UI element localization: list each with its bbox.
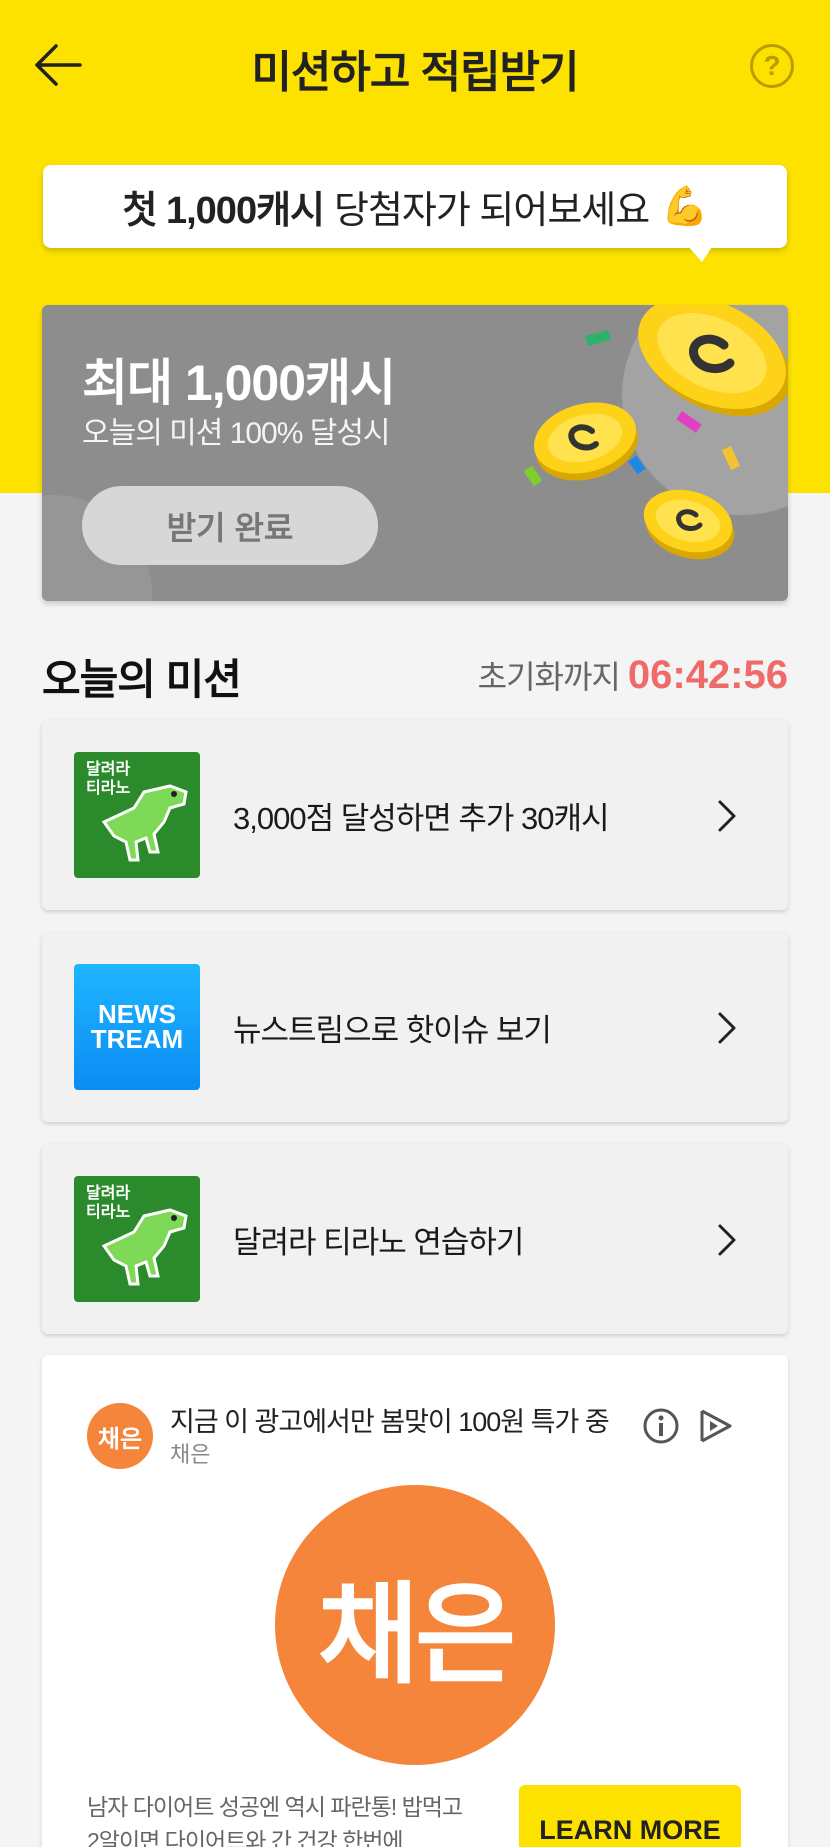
page-title: 미션하고 적립받기 (251, 48, 579, 97)
reward-card: 최대 1,000캐시 오늘의 미션 100% 달성시 받기 완료 (42, 305, 788, 601)
promo-bold-text: 첫 1,000캐시 (122, 190, 325, 232)
app-header: 미션하고 적립받기 ? (0, 0, 830, 130)
mission-item[interactable]: 달려라 티라노 3,000점 달성하면 추가 30캐시 (42, 720, 788, 910)
promo-bubble: 첫 1,000캐시 당첨자가 되어보세요 💪 (43, 165, 787, 248)
reset-timer-value: 06:42:56 (627, 653, 788, 697)
mission-label: 3,000점 달성하면 추가 30캐시 (233, 800, 610, 836)
ad-advertiser-name: 채은 (170, 1442, 211, 1467)
flexed-arm-icon: 💪 (661, 185, 708, 228)
coin-icon (534, 402, 638, 481)
chevron-right-icon (718, 800, 736, 832)
ad-body-text: 남자 다이어트 성공엔 역시 파란통! 밥먹고 2알이면 다이어트와 간 건강 … (87, 1794, 463, 1847)
promo-text: 당첨자가 되어보세요 (334, 190, 650, 232)
dino-game-icon: 달려라 티라노 (74, 1176, 200, 1302)
ad-headline: 지금 이 광고에서만 봄맞이 100원 특가 중 (170, 1407, 610, 1437)
info-icon[interactable] (642, 1407, 680, 1445)
dino-game-icon: 달려라 티라노 (74, 752, 200, 878)
coins-illustration (523, 305, 788, 560)
reset-timer: 초기화까지 06:42:56 (478, 652, 788, 698)
ad-main-image[interactable]: 채은 (275, 1485, 555, 1765)
missions-section-title: 오늘의 미션 (42, 656, 242, 703)
mission-item[interactable]: NEWS TREAM 뉴스트림으로 핫이슈 보기 (42, 932, 788, 1122)
newstream-icon: NEWS TREAM (74, 964, 200, 1090)
icon-text: TREAM (90, 1024, 184, 1054)
chevron-right-icon (718, 1224, 736, 1256)
adchoices-icon[interactable] (696, 1407, 736, 1445)
reward-subtitle: 오늘의 미션 100% 달성시 (82, 417, 391, 450)
reset-timer-label: 초기화까지 (477, 659, 621, 695)
coin-icon (643, 489, 735, 560)
coin-icon (638, 305, 788, 417)
mission-label: 달려라 티라노 연습하기 (233, 1224, 524, 1260)
ad-image-text: 채은 (317, 1574, 516, 1697)
bubble-tail (686, 244, 714, 262)
help-button[interactable]: ? (750, 44, 794, 88)
advertiser-logo: 채은 (87, 1403, 153, 1469)
claim-complete-button[interactable]: 받기 완료 (82, 486, 378, 565)
mission-item[interactable]: 달려라 티라노 달려라 티라노 연습하기 (42, 1144, 788, 1334)
mission-label: 뉴스트림으로 핫이슈 보기 (233, 1012, 552, 1048)
question-icon: ? (763, 50, 781, 81)
learn-more-button[interactable]: LEARN MORE (519, 1785, 741, 1847)
reward-title: 최대 1,000캐시 (82, 355, 396, 411)
ad-card[interactable]: 채은 지금 이 광고에서만 봄맞이 100원 특가 중 채은 채은 남자 다이어… (42, 1355, 788, 1847)
chevron-right-icon (718, 1012, 736, 1044)
